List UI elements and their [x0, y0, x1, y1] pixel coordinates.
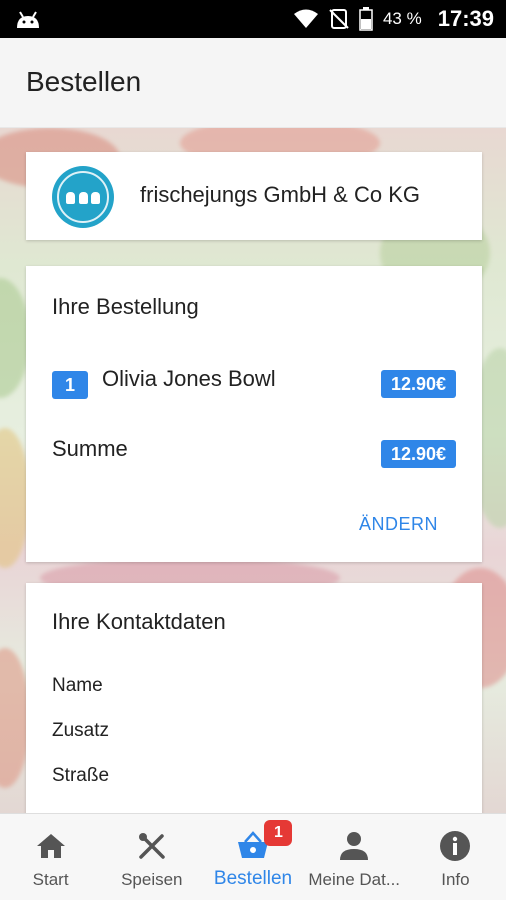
zusatz-field[interactable]: Zusatz	[52, 720, 109, 742]
info-icon	[440, 831, 471, 861]
nav-label: Speisen	[121, 870, 183, 889]
nav-meine-daten[interactable]: Meine Dat...	[304, 814, 405, 900]
contact-card: Ihre Kontaktdaten Name Zusatz Straße	[26, 583, 482, 823]
battery-percent: 43 %	[382, 9, 422, 28]
battery-icon	[359, 7, 373, 31]
order-item-name: Olivia Jones Bowl	[102, 366, 276, 391]
nav-label: Bestellen	[213, 868, 293, 889]
contact-heading: Ihre Kontaktdaten	[52, 609, 226, 634]
nav-start[interactable]: Start	[0, 814, 101, 900]
sum-label: Summe	[52, 436, 128, 461]
clock: 17:39	[437, 6, 494, 31]
person-icon	[340, 832, 369, 860]
order-item-price: 12.90€	[380, 370, 456, 398]
street-field[interactable]: Straße	[52, 765, 109, 787]
android-icon	[17, 11, 39, 28]
wifi-icon	[293, 9, 318, 28]
item-quantity-badge: 1	[52, 371, 88, 399]
status-bar: 43 % 17:39	[0, 0, 506, 38]
order-heading: Ihre Bestellung	[52, 294, 199, 319]
frischejungs-logo	[52, 166, 114, 228]
app-bar: Bestellen	[0, 38, 506, 128]
nav-label: Info	[441, 870, 470, 889]
home-icon	[36, 834, 65, 858]
cart-count-badge: 1	[264, 820, 293, 846]
shop-card: frischejungs GmbH & Co KG	[26, 152, 482, 240]
shop-name: frischejungs GmbH & Co KG	[140, 182, 420, 207]
nav-speisen[interactable]: Speisen	[101, 814, 202, 900]
sum-price: 12.90€	[380, 440, 456, 468]
page-title: Bestellen	[26, 66, 142, 97]
order-card: Ihre Bestellung 1 Olivia Jones Bowl 12.9…	[26, 266, 482, 562]
no-signal-icon	[329, 9, 349, 29]
cutlery-icon	[138, 833, 165, 859]
nav-bestellen[interactable]: 1 Bestellen	[202, 814, 303, 900]
change-order-button[interactable]: ÄNDERN	[359, 514, 438, 535]
nav-label: Start	[32, 870, 69, 889]
name-field[interactable]: Name	[52, 675, 103, 697]
nav-info[interactable]: Info	[405, 814, 506, 900]
bottom-navigation: Start Speisen 1 Bestellen Meine Dat... I…	[0, 813, 506, 900]
nav-label: Meine Dat...	[308, 870, 401, 889]
